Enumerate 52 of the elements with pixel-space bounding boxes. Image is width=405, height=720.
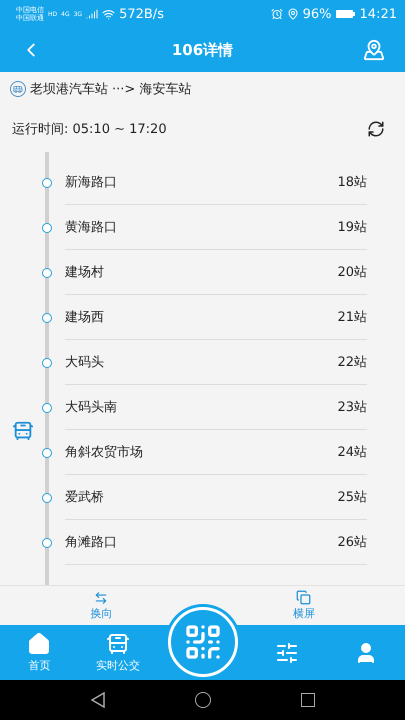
route-arrow: ···> [112,82,136,96]
swap-icon [94,590,108,604]
stop-marker [42,358,52,368]
sliders-icon [274,640,299,664]
stop-name[interactable]: 爱武桥 [65,488,104,506]
stop-number: 24站 [337,444,367,461]
clock: 14:21 [360,6,397,22]
page-title: 106详情 [172,40,234,60]
stop-marker [42,492,52,502]
location-icon [286,8,299,20]
stop-name[interactable]: 新海路口 [65,173,117,191]
stop-marker [42,402,52,412]
alarm-icon [270,8,283,20]
stop-number: 25站 [337,489,367,506]
origin-stop: 老坝港汽车站 [30,81,108,98]
stop-marker [42,222,52,232]
stop-name[interactable]: 大码头 [65,353,104,371]
stop-number: 18站 [337,174,367,191]
stop-number: 26站 [337,534,367,551]
stop-name[interactable]: 建场西 [65,308,104,326]
stop-name[interactable]: 黄海路口 [65,218,117,236]
stop-number: 22站 [337,354,367,371]
rotate-screen-icon [296,590,312,605]
network-speed: 572B/s [119,6,164,22]
home-nav-icon[interactable] [194,692,210,708]
stop-number: 20站 [337,264,367,281]
signal-icon [86,8,98,20]
stop-name[interactable]: 角斜农贸市场 [65,443,143,461]
refresh-button[interactable] [367,120,385,138]
stop-marker [42,268,52,278]
bus-icon [12,420,34,442]
stop-number: 23站 [337,399,367,416]
stop-number: 21站 [337,309,367,326]
home-icon [27,632,52,656]
stop-marker [42,538,52,548]
stop-name[interactable]: 大码头南 [65,398,117,416]
operating-hours: 运行时间: 05:10 ~ 17:20 [12,121,167,138]
stop-number: 19站 [337,219,367,236]
stop-marker [42,312,52,322]
bus-icon [106,632,130,656]
stop-name[interactable]: 建场村 [65,263,104,281]
wifi-icon [102,8,116,20]
recents-nav-icon[interactable] [300,693,314,707]
stop-marker [42,448,52,458]
map-button[interactable] [363,39,385,61]
battery-icon [336,9,356,19]
stop-marker [42,178,52,188]
battery-level: 96% [302,6,332,22]
destination-stop: 海安车站 [139,81,192,98]
bus-icon [10,81,26,97]
back-nav-icon[interactable] [90,692,104,708]
stop-name[interactable]: 角滩路口 [65,533,117,551]
